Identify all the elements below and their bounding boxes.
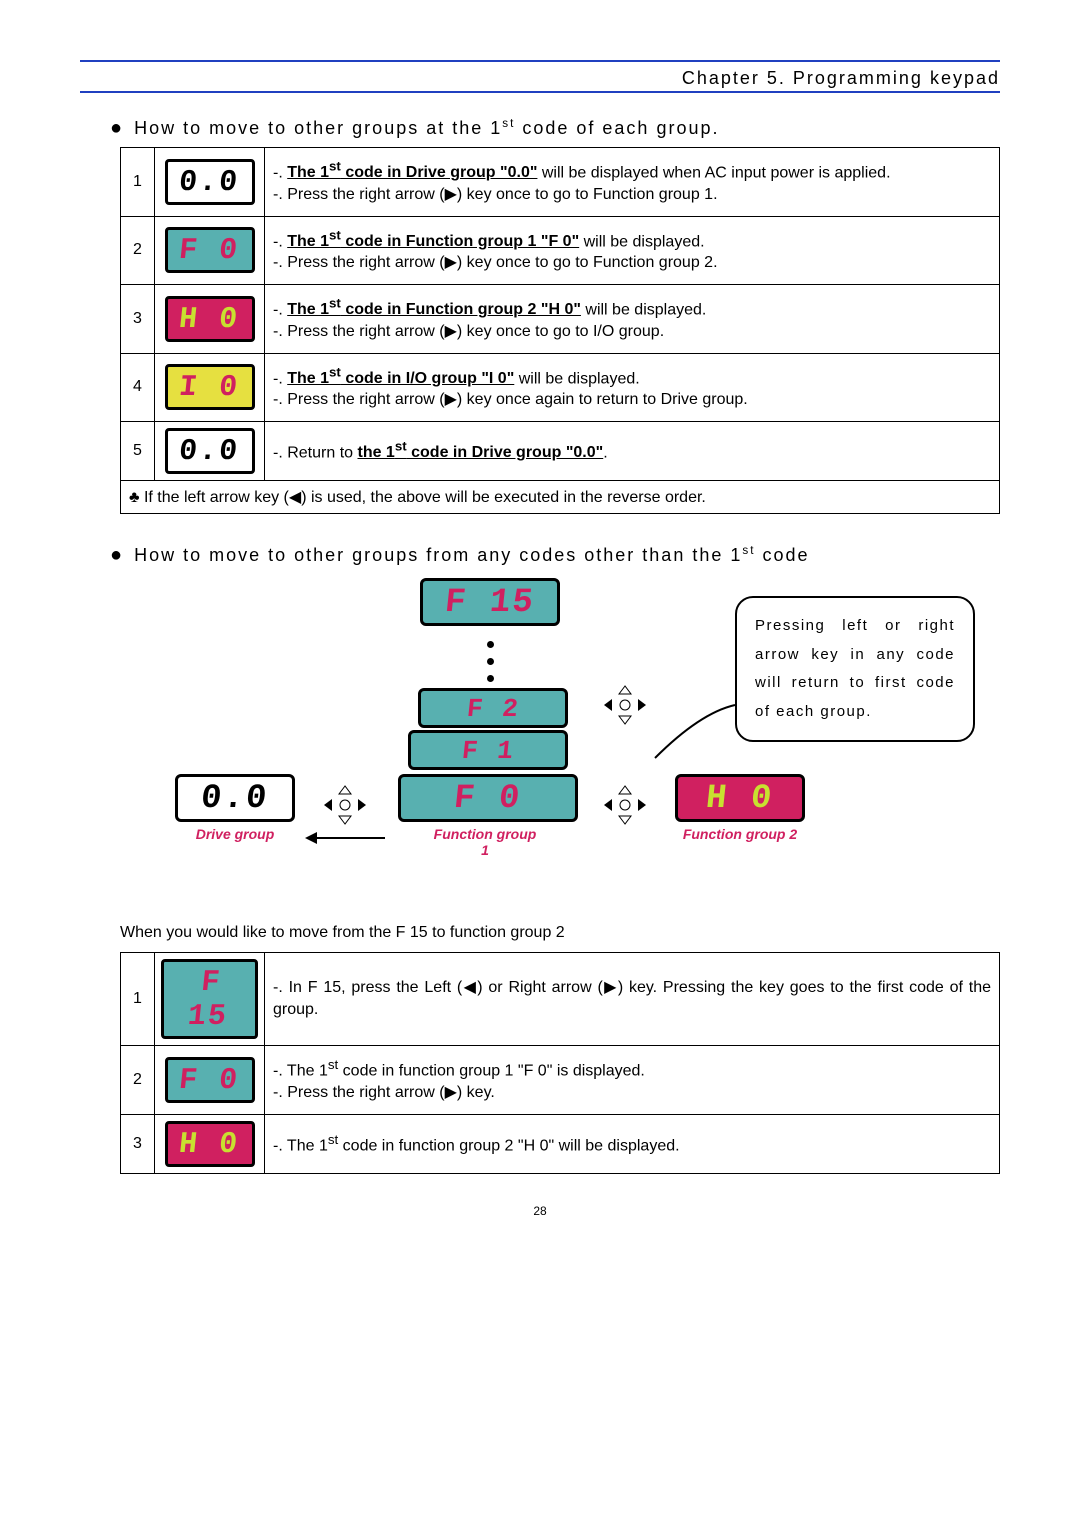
bullet-icon: ● xyxy=(110,545,124,565)
diagram-callout: Pressing left or right arrow key in any … xyxy=(735,596,975,742)
chapter-title: Chapter 5. Programming keypad xyxy=(80,68,1000,89)
header-bottom-rule xyxy=(80,91,1000,93)
lcd-display: F 0 xyxy=(165,1057,255,1103)
lcd-display: H 0 xyxy=(165,296,255,342)
step-number: 5 xyxy=(121,422,155,481)
group-navigation-diagram: F 15 F 2 F 1 F 0 Function group 1 0.0 Dr… xyxy=(120,578,1000,908)
section2-title-post: code xyxy=(755,545,809,565)
lcd-text: F 0 xyxy=(178,1064,242,1098)
table-row: 2 F 0 -. The 1st code in Function group 1 … xyxy=(121,216,1000,285)
diagram-lcd-h0: H 0 xyxy=(675,774,805,822)
lcd-text: H 0 xyxy=(178,303,242,337)
lcd-display: 0.0 xyxy=(165,428,255,474)
table-row: 3 H 0 -. The 1st code in Function group 2 … xyxy=(121,285,1000,354)
step-description: -. The 1st code in Drive group "0.0" wil… xyxy=(265,148,1000,217)
step-lcd: I 0 xyxy=(155,353,265,422)
lcd-text: 0.0 xyxy=(178,435,242,469)
lcd-text: I 0 xyxy=(178,371,242,405)
step-lcd: F 0 xyxy=(155,216,265,285)
lcd-text: F 15 xyxy=(168,966,250,1034)
step-number: 2 xyxy=(121,216,155,285)
lcd-display: F 15 xyxy=(161,959,258,1039)
diagram-lcd-f15: F 15 xyxy=(420,578,560,626)
lcd-text: F 0 xyxy=(178,234,242,268)
nav-cluster-icon xyxy=(320,783,370,827)
step-description: -. The 1st code in function group 2 "H 0… xyxy=(265,1114,1000,1173)
step-description: -. In F 15, press the Left (◀) or Right … xyxy=(265,953,1000,1046)
lcd-display: F 0 xyxy=(165,227,255,273)
nav-cluster-icon xyxy=(600,683,650,727)
diagram-label-fn1: Function group 1 xyxy=(430,826,540,858)
section2-title-pre: How to move to other groups from any cod… xyxy=(134,545,742,565)
lcd-display: H 0 xyxy=(165,1121,255,1167)
diagram-lcd-f2: F 2 xyxy=(418,688,568,728)
dot-icon xyxy=(487,658,494,665)
section2-heading: ● How to move to other groups from any c… xyxy=(110,544,1000,566)
section1-title-pre: How to move to other groups at the 1 xyxy=(134,118,502,138)
step-number: 1 xyxy=(121,148,155,217)
lcd-display: I 0 xyxy=(165,364,255,410)
dot-icon xyxy=(487,641,494,648)
step-number: 2 xyxy=(121,1046,155,1115)
callout-tail-icon xyxy=(650,703,740,763)
step-description: -. The 1st code in Function group 2 "H 0… xyxy=(265,285,1000,354)
diagram-lcd-f0: F 0 xyxy=(398,774,578,822)
lcd-text: H 0 xyxy=(178,1128,242,1162)
dot-icon xyxy=(487,675,494,682)
arrow-left-icon xyxy=(305,830,385,846)
table-row: 5 0.0 -. Return to the 1st code in Drive g… xyxy=(121,422,1000,481)
step-lcd: 0.0 xyxy=(155,148,265,217)
table-row: 1 0.0 -. The 1st code in Drive group "0.0"… xyxy=(121,148,1000,217)
step-lcd: H 0 xyxy=(155,285,265,354)
lcd-display: 0.0 xyxy=(165,159,255,205)
step-number: 3 xyxy=(121,285,155,354)
steps-table-1: 1 0.0 -. The 1st code in Drive group "0.0"… xyxy=(120,147,1000,514)
step-lcd: H 0 xyxy=(155,1114,265,1173)
table-row: 3 H 0 -. The 1st code in function group 2 … xyxy=(121,1114,1000,1173)
nav-cluster-icon xyxy=(600,783,650,827)
step-number: 4 xyxy=(121,353,155,422)
lcd-text: 0.0 xyxy=(178,166,242,200)
diagram-lcd-drive: 0.0 xyxy=(175,774,295,822)
diagram-label-fn2: Function group 2 xyxy=(675,826,805,842)
step-lcd: F 15 xyxy=(155,953,265,1046)
step-description: -. The 1st code in I/O group "I 0" will … xyxy=(265,353,1000,422)
section1-heading: ● How to move to other groups at the 1st… xyxy=(110,117,1000,139)
steps-table-2: 1F 15-. In F 15, press the Left (◀) or R… xyxy=(120,952,1000,1174)
step-lcd: F 0 xyxy=(155,1046,265,1115)
step-description: -. The 1st code in Function group 1 "F 0… xyxy=(265,216,1000,285)
lead-paragraph: When you would like to move from the F 1… xyxy=(120,924,1000,942)
bullet-icon: ● xyxy=(110,118,124,138)
step-number: 1 xyxy=(121,953,155,1046)
table-row: 2 F 0 -. The 1st code in function group 1 … xyxy=(121,1046,1000,1115)
step-description: -. Return to the 1st code in Drive group… xyxy=(265,422,1000,481)
section1-title-sup: st xyxy=(502,117,515,130)
table-row: 1F 15-. In F 15, press the Left (◀) or R… xyxy=(121,953,1000,1046)
table-row: 4 I 0 -. The 1st code in I/O group "I 0" w… xyxy=(121,353,1000,422)
step-lcd: 0.0 xyxy=(155,422,265,481)
diagram-lcd-f1: F 1 xyxy=(408,730,568,770)
step-description: -. The 1st code in function group 1 "F 0… xyxy=(265,1046,1000,1115)
section2-title-sup: st xyxy=(742,544,755,557)
page-number: 28 xyxy=(80,1204,1000,1218)
step-number: 3 xyxy=(121,1114,155,1173)
header-top-rule xyxy=(80,60,1000,62)
table1-note: ♣ If the left arrow key (◀) is used, the… xyxy=(121,481,1000,514)
diagram-label-drive: Drive group xyxy=(175,826,295,842)
section1-title-post: code of each group. xyxy=(515,118,719,138)
